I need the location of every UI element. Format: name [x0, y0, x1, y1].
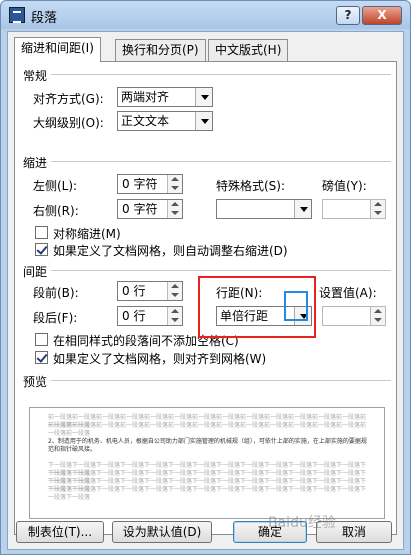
spin-arrows-icon[interactable]: [167, 307, 182, 325]
indent-left-spinner[interactable]: 0 字符: [117, 174, 183, 194]
alignment-select[interactable]: 两端对齐: [117, 87, 213, 107]
preview-box: 前一段落前一段落前一段落前一段落前一段落前一段落前一段落前一段落前一段落前一段落…: [29, 407, 385, 519]
set-default-button[interactable]: 设为默认值(D): [112, 521, 212, 543]
divider: [51, 270, 391, 271]
spin-arrows-icon[interactable]: [167, 175, 182, 193]
dialog-title: 段落: [31, 11, 58, 26]
divider: [51, 380, 391, 381]
preview-previous-paragraph: 前一段落前一段落前一段落前一段落前一段落前一段落前一段落前一段落前一段落前一段落…: [48, 422, 367, 437]
outline-level-select[interactable]: 正文文本: [117, 111, 213, 131]
spin-arrows-icon[interactable]: [370, 200, 385, 218]
special-indent-select[interactable]: [216, 199, 312, 219]
auto-adjust-right-indent-checkbox[interactable]: [35, 243, 48, 256]
chevron-down-icon[interactable]: [294, 200, 311, 218]
spacing-before-value: 0 行: [122, 284, 146, 298]
indent-right-label: 右侧(R):: [33, 204, 79, 218]
divider: [51, 161, 391, 162]
preview-sample-text: 2、制造用于的机务、机电人员，根据自公司助力部门实施管理的机械规（组），可依什上…: [48, 438, 367, 453]
spacing-after-spinner[interactable]: 0 行: [117, 306, 183, 326]
snap-to-grid-checkbox[interactable]: [35, 351, 48, 364]
indent-left-value: 0 字符: [122, 177, 158, 191]
spin-arrows-icon[interactable]: [167, 282, 182, 300]
special-indent-label: 特殊格式(S):: [216, 179, 286, 193]
spacing-after-value: 0 行: [122, 309, 146, 323]
no-space-same-style-checkbox[interactable]: [35, 333, 48, 346]
title-bar[interactable]: 段落 ? X: [1, 1, 410, 29]
mirror-indents-label: 对称缩进(M): [53, 227, 121, 241]
alignment-value: 两端对齐: [121, 90, 170, 104]
indent-by-spinner[interactable]: [322, 199, 386, 219]
indent-right-spinner[interactable]: 0 字符: [117, 199, 183, 219]
spacing-before-spinner[interactable]: 0 行: [117, 281, 183, 301]
tab-indents-spacing[interactable]: 缩进和间距(I): [14, 37, 101, 62]
snap-to-grid-label: 如果定义了文档网格，则对齐到网格(W): [53, 352, 267, 366]
spin-arrows-icon[interactable]: [370, 307, 385, 325]
general-heading: 常规: [23, 69, 48, 83]
close-button[interactable]: X: [362, 6, 402, 25]
tab-asian-typography[interactable]: 中文版式(H): [208, 39, 289, 61]
indent-by-label: 磅值(Y):: [322, 179, 367, 193]
tabs-button[interactable]: 制表位(T)...: [16, 521, 104, 543]
help-button[interactable]: ?: [336, 6, 360, 25]
divider: [51, 74, 391, 75]
spacing-before-label: 段前(B):: [33, 286, 79, 300]
spacing-after-label: 段后(F):: [33, 311, 78, 325]
chevron-down-icon[interactable]: [195, 88, 212, 106]
indent-right-value: 0 字符: [122, 202, 158, 216]
spacing-at-label: 设置值(A):: [319, 286, 377, 300]
auto-adjust-right-indent-label: 如果定义了文档网格，则自动调整右缩进(D): [53, 244, 288, 258]
watermark: Baidu经验: [268, 515, 336, 531]
blue-highlight-annotation: [284, 291, 308, 321]
outline-level-value: 正文文本: [121, 114, 170, 128]
indentation-heading: 缩进: [23, 156, 48, 170]
spacing-heading: 间距: [23, 265, 48, 279]
preview-next-paragraph: 下一段落下一段落下一段落下一段落下一段落下一段落下一段落下一段落下一段落下一段落…: [48, 486, 367, 501]
outline-level-label: 大纲级别(O):: [33, 116, 104, 130]
spin-arrows-icon[interactable]: [167, 200, 182, 218]
spacing-at-spinner[interactable]: [322, 306, 386, 326]
mirror-indents-checkbox[interactable]: [35, 226, 48, 239]
word-app-icon: [9, 7, 25, 23]
preview-heading: 预览: [23, 375, 48, 389]
indent-left-label: 左侧(L):: [33, 179, 78, 193]
chevron-down-icon[interactable]: [195, 112, 212, 130]
alignment-label: 对齐方式(G):: [33, 92, 104, 106]
tab-line-page-breaks[interactable]: 换行和分页(P): [115, 39, 206, 61]
